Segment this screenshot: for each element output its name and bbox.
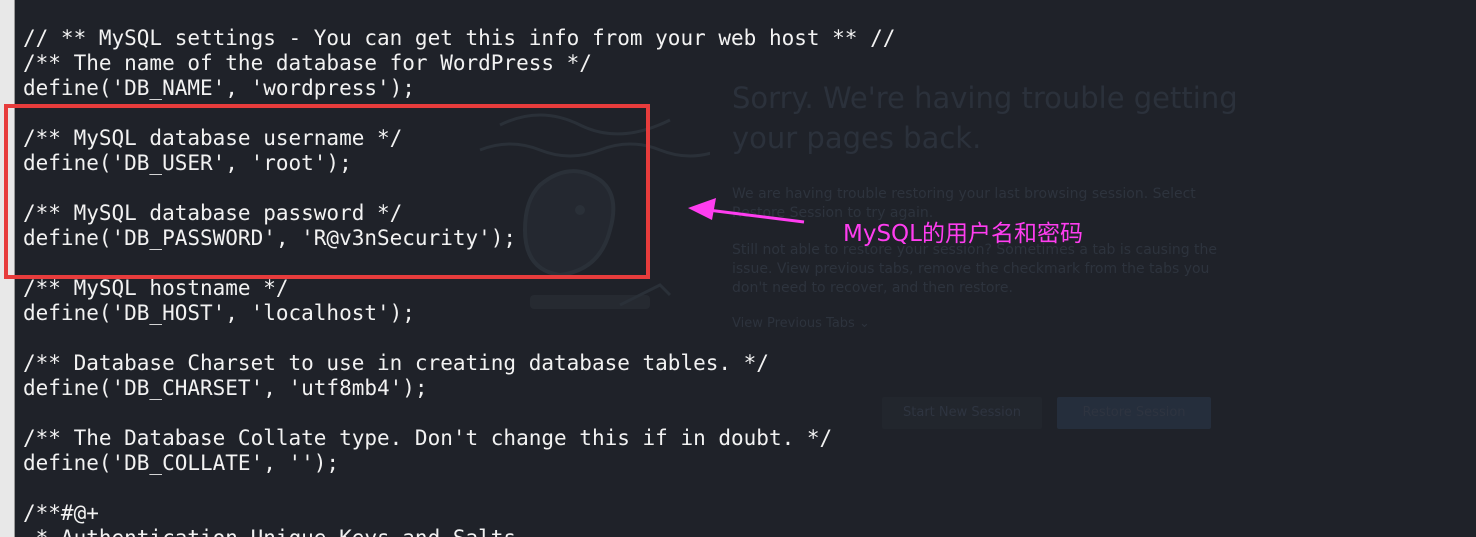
code-line: // ** MySQL settings - You can get this … (23, 26, 896, 50)
code-line: /**#@+ (23, 501, 99, 525)
code-line: /** Database Charset to use in creating … (23, 351, 769, 375)
code-line: define('DB_NAME', 'wordpress'); (23, 76, 415, 100)
code-line: define('DB_CHARSET', 'utf8mb4'); (23, 376, 428, 400)
code-line: define('DB_HOST', 'localhost'); (23, 301, 415, 325)
code-line: define('DB_COLLATE', ''); (23, 451, 340, 475)
code-line: * Authentication Unique Keys and Salts. (23, 526, 895, 537)
code-line: /** The Database Collate type. Don't cha… (23, 426, 833, 450)
code-line: /** MySQL hostname */ (23, 276, 289, 300)
screenshot: Sorry. We're having trouble getting your… (0, 0, 1476, 537)
code-line: /** The name of the database for WordPre… (23, 51, 592, 75)
wp-config-code: // ** MySQL settings - You can get this … (23, 26, 895, 537)
arrow-left-icon (688, 198, 805, 224)
start-new-session-button[interactable]: Start New Session (882, 397, 1042, 429)
credentials-highlight-box (4, 104, 650, 279)
restore-session-button[interactable]: Restore Session (1057, 397, 1211, 429)
credentials-annotation: MySQL的用户名和密码 (843, 221, 1083, 247)
